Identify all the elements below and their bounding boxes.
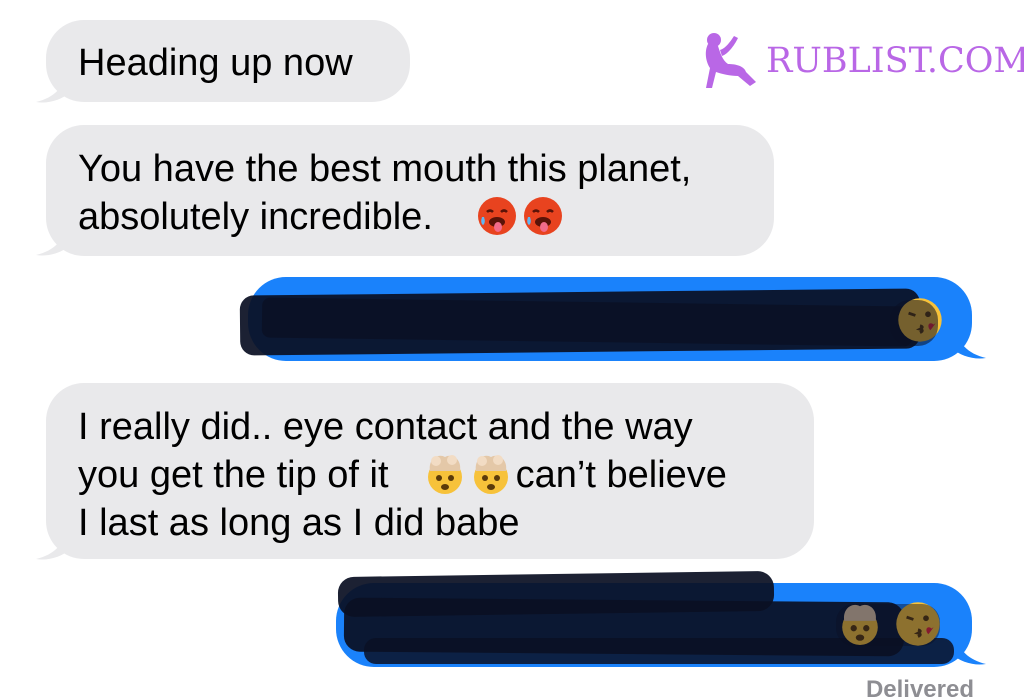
- exploding-head-emoji-icon: [473, 455, 508, 494]
- watermark: RUBLIST.COM: [700, 28, 1024, 94]
- message-text: I last as long as I did babe: [78, 502, 520, 544]
- hot-face-emoji-icon: [524, 197, 562, 235]
- message-bubble-incoming[interactable]: I really did.. eye contact and the way y…: [46, 383, 814, 559]
- message-text: Heading up now: [78, 42, 353, 84]
- bubble-tail-outgoing: [952, 632, 986, 665]
- message-bubble-incoming[interactable]: Heading up now: [46, 20, 410, 102]
- message-text: you get the tip of it: [78, 454, 389, 496]
- message-text: You have the best mouth this planet, abs…: [78, 148, 692, 238]
- bubble-tail-outgoing: [952, 326, 986, 359]
- message-bubble-incoming[interactable]: You have the best mouth this planet, abs…: [46, 125, 774, 256]
- dancer-silhouette-icon: [705, 33, 756, 88]
- exploding-head-emoji-icon: [427, 455, 462, 494]
- redaction-scribble: [890, 300, 938, 346]
- message-line: you get the tip of it can’t believe: [78, 451, 814, 499]
- message-text: I really did.. eye contact and the way: [78, 406, 693, 448]
- hot-face-emoji-icon: [478, 197, 516, 235]
- delivery-status: Delivered: [865, 676, 974, 697]
- message-thread: RUBLIST.COM Heading up now You have the …: [0, 0, 1024, 697]
- redaction-scribble: [836, 604, 940, 646]
- watermark-text: RUBLIST.COM: [766, 41, 1024, 81]
- message-text: can’t believe: [515, 454, 727, 496]
